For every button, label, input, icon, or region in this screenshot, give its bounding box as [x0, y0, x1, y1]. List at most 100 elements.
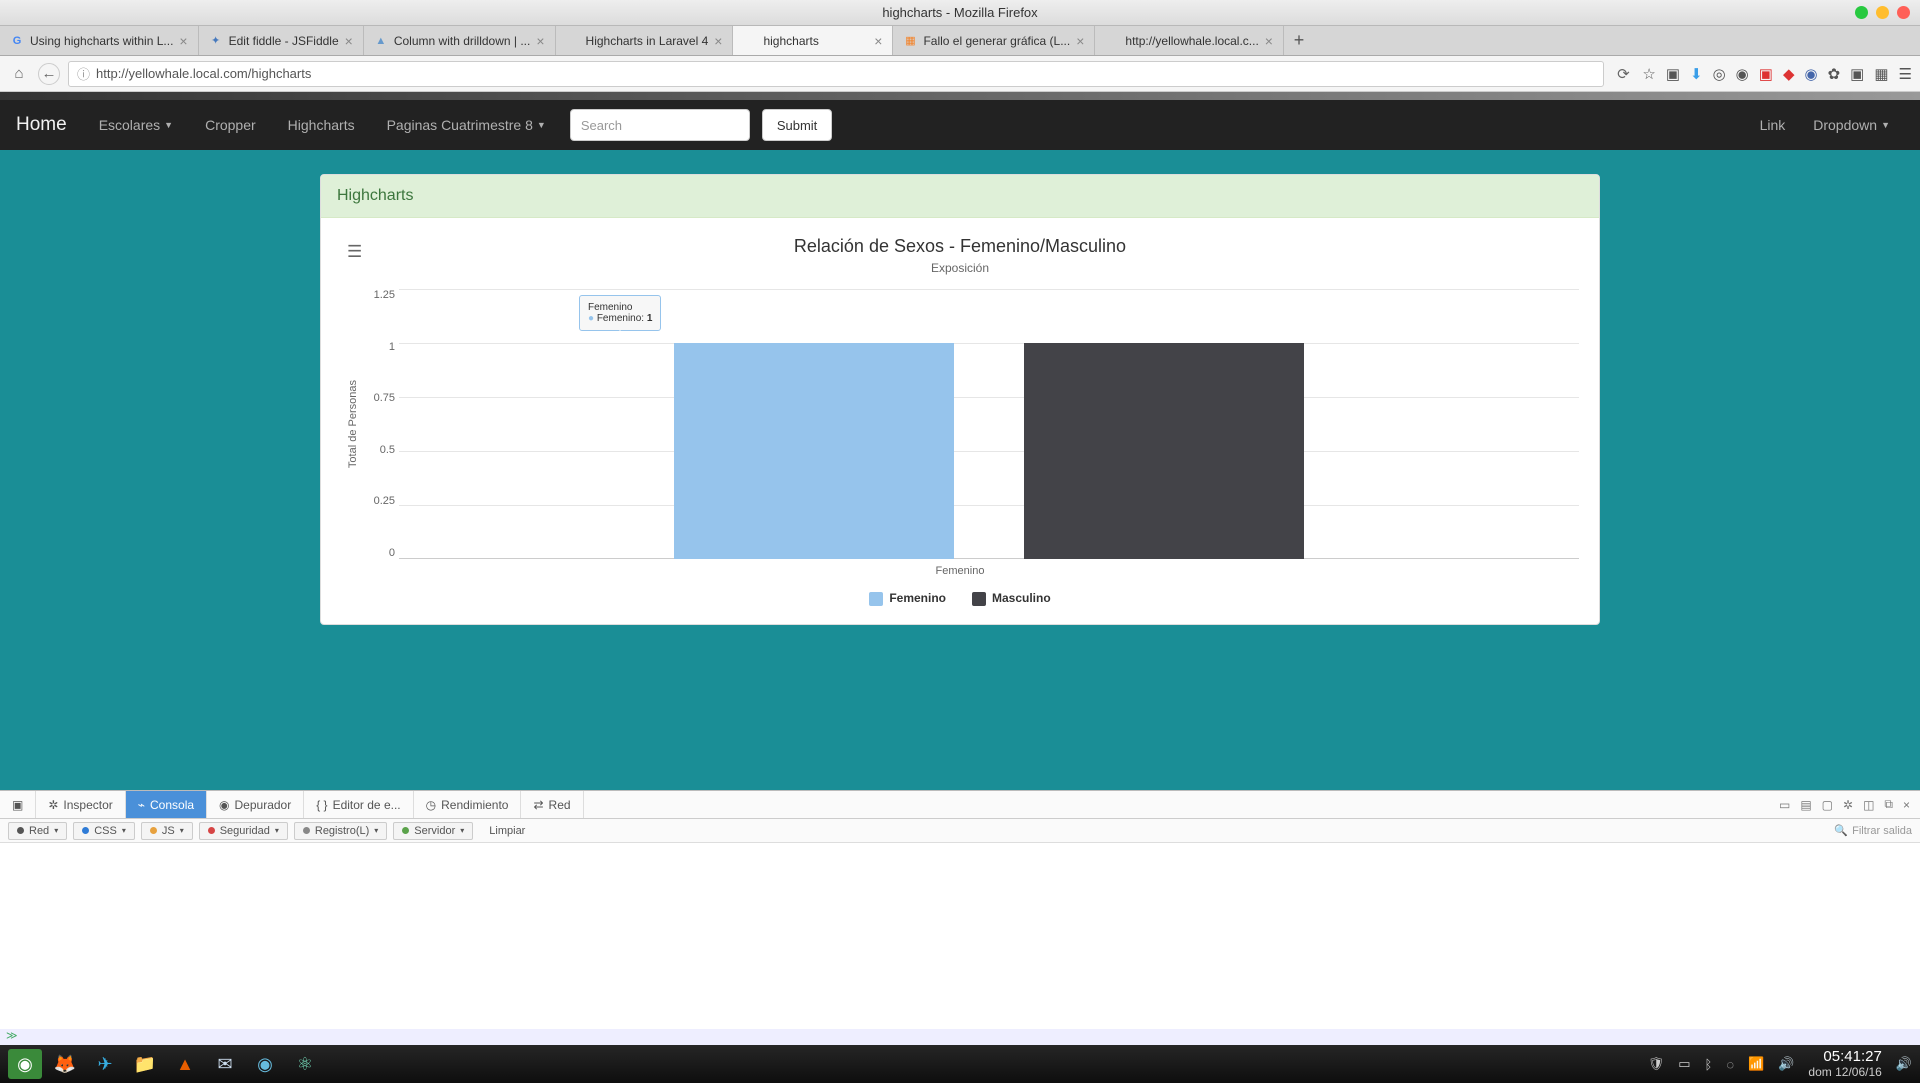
- info-icon[interactable]: ⓘ: [77, 64, 90, 83]
- dock-icon[interactable]: ◫: [1863, 798, 1874, 812]
- new-tab-button[interactable]: +: [1284, 26, 1314, 55]
- power-icon[interactable]: ◌: [1726, 1057, 1734, 1072]
- atom-icon[interactable]: ⚛: [288, 1049, 322, 1079]
- ext-icon[interactable]: ◉: [1736, 65, 1749, 83]
- filter-css[interactable]: CSS▾: [73, 822, 135, 840]
- console-prompt[interactable]: ≫: [0, 1029, 1920, 1045]
- frame-icon[interactable]: ▢: [1822, 798, 1833, 812]
- devtools-tab-console[interactable]: ⌁Consola: [126, 791, 207, 818]
- firefox-icon[interactable]: 🦊: [48, 1049, 82, 1079]
- devtools-tab-perf[interactable]: ◷Rendimiento: [414, 791, 522, 818]
- tab-2[interactable]: ▲Column with drilldown | ...×: [364, 26, 556, 55]
- search-icon: 🔍: [1834, 824, 1848, 837]
- tab-1[interactable]: ✦Edit fiddle - JSFiddle×: [199, 26, 364, 55]
- devtools-tab-debugger[interactable]: ◉Depurador: [207, 791, 304, 818]
- legend-item-femenino[interactable]: Femenino: [869, 591, 946, 606]
- close-icon[interactable]: ×: [714, 33, 722, 49]
- ext-icon[interactable]: ▦: [1874, 65, 1888, 83]
- tab-5[interactable]: ▦Fallo el generar gráfica (L...×: [893, 26, 1095, 55]
- filter-seguridad[interactable]: Seguridad▾: [199, 822, 288, 840]
- nav-dropdown-right[interactable]: Dropdown▼: [1799, 117, 1904, 133]
- close-icon[interactable]: ×: [1076, 33, 1084, 49]
- bar-masculino[interactable]: [1024, 343, 1304, 559]
- files-icon[interactable]: 📁: [128, 1049, 162, 1079]
- split-icon[interactable]: ▤: [1800, 798, 1811, 812]
- home-icon[interactable]: ⌂: [8, 63, 30, 85]
- minimize-button[interactable]: [1855, 6, 1868, 19]
- close-icon[interactable]: ×: [1903, 798, 1910, 812]
- browser-icon[interactable]: ◉: [248, 1049, 282, 1079]
- close-icon[interactable]: ×: [345, 33, 353, 49]
- search-input[interactable]: Search: [570, 109, 750, 141]
- bluetooth-icon[interactable]: ᛒ: [1705, 1057, 1713, 1072]
- filter-registro[interactable]: Registro(L)▾: [294, 822, 387, 840]
- console-output[interactable]: [0, 843, 1920, 1029]
- filter-js[interactable]: JS▾: [141, 822, 193, 840]
- menu-icon[interactable]: ☰: [1899, 65, 1912, 83]
- tab-label: Column with drilldown | ...: [394, 34, 531, 48]
- popout-icon[interactable]: ⧉: [1884, 797, 1893, 812]
- devtools-tab-style[interactable]: { }Editor de e...: [304, 791, 413, 818]
- mint-menu-icon[interactable]: ◉: [8, 1049, 42, 1079]
- nav-cropper[interactable]: Cropper: [191, 117, 270, 133]
- responsive-icon[interactable]: ▭: [1779, 798, 1790, 812]
- vlc-icon[interactable]: ▲: [168, 1049, 202, 1079]
- tab-label: Edit fiddle - JSFiddle: [229, 34, 339, 48]
- url-input[interactable]: ⓘ http://yellowhale.local.com/highcharts: [68, 61, 1604, 87]
- tab-3[interactable]: Highcharts in Laravel 4×: [556, 26, 734, 55]
- bar-femenino[interactable]: [674, 343, 954, 559]
- tab-6[interactable]: http://yellowhale.local.c...×: [1095, 26, 1284, 55]
- chart-legend: Femenino Masculino: [341, 591, 1579, 606]
- tab-0[interactable]: GUsing highcharts within L...×: [0, 26, 199, 55]
- chart-tooltip: Femenino ● Femenino: 1: [579, 295, 661, 331]
- volume-icon-2[interactable]: 🔊: [1896, 1056, 1912, 1072]
- clear-button[interactable]: Limpiar: [479, 825, 535, 837]
- submit-button[interactable]: Submit: [762, 109, 832, 141]
- mail-icon[interactable]: ✉: [208, 1049, 242, 1079]
- devtools-tab-inspector[interactable]: ✲Inspector: [36, 791, 125, 818]
- close-icon[interactable]: ×: [874, 33, 882, 49]
- close-button[interactable]: [1897, 6, 1910, 19]
- filter-servidor[interactable]: Servidor▾: [393, 822, 473, 840]
- ext-icon[interactable]: ◆: [1783, 65, 1795, 83]
- telegram-icon[interactable]: ✈: [88, 1049, 122, 1079]
- download-icon[interactable]: ⬇: [1690, 65, 1703, 83]
- maximize-button[interactable]: [1876, 6, 1889, 19]
- settings-icon[interactable]: ✲: [1843, 798, 1853, 812]
- back-icon[interactable]: ←: [38, 63, 60, 85]
- nav-paginas[interactable]: Paginas Cuatrimestre 8▼: [373, 117, 560, 133]
- favicon-google-icon: G: [10, 34, 24, 48]
- brand-link[interactable]: Home: [16, 114, 67, 136]
- wifi-icon[interactable]: 📶: [1748, 1056, 1764, 1072]
- devtools-picker[interactable]: ▣: [0, 791, 36, 818]
- chat-icon[interactable]: ▭: [1678, 1056, 1690, 1072]
- volume-icon[interactable]: 🔊: [1778, 1056, 1794, 1072]
- pocket-icon[interactable]: ▣: [1666, 65, 1680, 83]
- legend-item-masculino[interactable]: Masculino: [972, 591, 1051, 606]
- ext-icon[interactable]: ✿: [1828, 65, 1841, 83]
- close-icon[interactable]: ×: [179, 33, 187, 49]
- ext-icon[interactable]: ▣: [1850, 65, 1864, 83]
- nav-link-right[interactable]: Link: [1746, 117, 1800, 133]
- reload-icon[interactable]: ⟳: [1612, 63, 1634, 85]
- bookmark-icon[interactable]: ☆: [1642, 65, 1655, 83]
- shield-icon[interactable]: 🛡: [1648, 1056, 1665, 1072]
- tab-4[interactable]: highcharts×: [733, 26, 893, 55]
- filter-red[interactable]: Red▾: [8, 822, 67, 840]
- y-tick: 0.5: [365, 444, 395, 456]
- ext-icon[interactable]: ▣: [1759, 65, 1773, 83]
- chevron-down-icon: ▾: [275, 826, 279, 835]
- page-body: Highcharts ☰ Relación de Sexos - Femenin…: [0, 150, 1920, 790]
- ext-icon[interactable]: ◉: [1805, 65, 1818, 83]
- close-icon[interactable]: ×: [1265, 33, 1273, 49]
- filter-input[interactable]: 🔍Filtrar salida: [1834, 824, 1912, 837]
- ext-icon[interactable]: ◎: [1713, 65, 1726, 83]
- nav-highcharts[interactable]: Highcharts: [274, 117, 369, 133]
- close-icon[interactable]: ×: [536, 33, 544, 49]
- nav-escolares[interactable]: Escolares▼: [85, 117, 187, 133]
- y-tick: 1.25: [365, 289, 395, 301]
- devtools-tab-net[interactable]: ⇄Red: [521, 791, 583, 818]
- chart-menu-icon[interactable]: ☰: [347, 242, 362, 262]
- braces-icon: { }: [316, 798, 327, 812]
- clock[interactable]: 05:41:27 dom 12/06/16: [1808, 1049, 1881, 1079]
